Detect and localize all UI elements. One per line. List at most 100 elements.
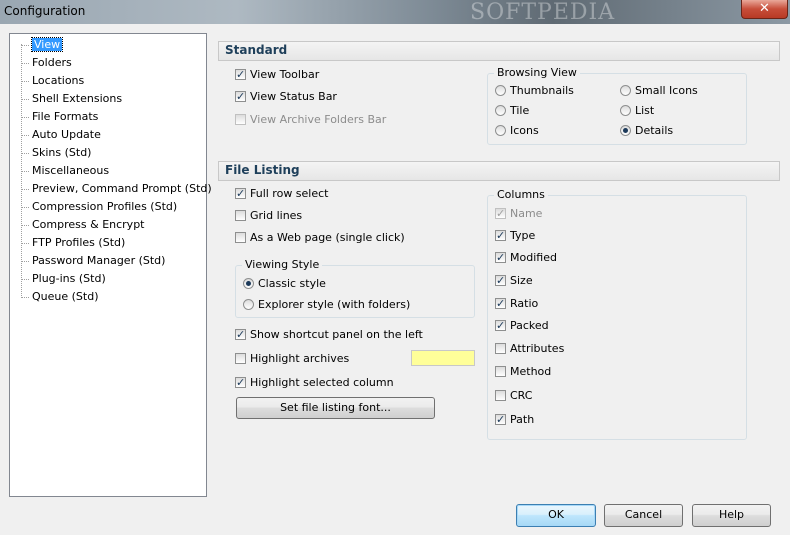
- checkbox-label: Type: [510, 229, 536, 242]
- group-label: Browsing View: [494, 66, 580, 79]
- column-name-checkbox[interactable]: Name: [495, 206, 542, 222]
- thumbnails-radio[interactable]: Thumbnails: [495, 83, 574, 99]
- tree-item-auto-update[interactable]: Auto Update: [21, 127, 103, 143]
- column-ratio-checkbox[interactable]: Ratio: [495, 296, 538, 312]
- checkbox-label: Name: [510, 207, 543, 220]
- list-radio[interactable]: List: [620, 103, 654, 119]
- checkbox-label: Attributes: [510, 342, 565, 355]
- checkbox-box: [495, 250, 506, 266]
- checkbox-label: Highlight archives: [250, 352, 350, 365]
- tree-item-plug-ins[interactable]: Plug-ins (Std): [21, 271, 108, 287]
- show-shortcut-panel-checkbox[interactable]: Show shortcut panel on the left: [235, 327, 423, 343]
- view-toolbar-checkbox[interactable]: View Toolbar: [235, 67, 319, 83]
- checkbox-box: [495, 412, 506, 428]
- view-archive-folders-bar-checkbox[interactable]: View Archive Folders Bar: [235, 112, 386, 128]
- radio-circle: [620, 125, 631, 136]
- radio-label: Tile: [510, 104, 530, 117]
- watermark: SOFTPEDIA: [470, 0, 616, 25]
- checkbox-box: [495, 273, 506, 289]
- column-type-checkbox[interactable]: Type: [495, 228, 535, 244]
- title-bar[interactable]: Configuration SOFTPEDIA ✕: [0, 0, 790, 25]
- window-title: Configuration: [4, 4, 86, 18]
- file-listing-section-header: File Listing: [218, 161, 780, 181]
- tile-radio[interactable]: Tile: [495, 103, 529, 119]
- cancel-button[interactable]: Cancel: [604, 504, 683, 527]
- checkbox-label: View Status Bar: [250, 90, 337, 103]
- highlight-selected-column-checkbox[interactable]: Highlight selected column: [235, 375, 394, 391]
- tree-item-skins[interactable]: Skins (Std): [20, 145, 93, 161]
- details-radio[interactable]: Details: [620, 123, 673, 139]
- as-web-page-checkbox[interactable]: As a Web page (single click): [235, 230, 405, 246]
- highlight-archives-checkbox[interactable]: Highlight archives: [235, 351, 349, 367]
- section-title: Standard: [225, 43, 288, 57]
- tree-item-queue[interactable]: Queue (Std): [21, 289, 101, 305]
- tree-item-shell-extensions[interactable]: Shell Extensions: [20, 91, 124, 107]
- tree-item-compression-profiles[interactable]: Compression Profiles (Std): [20, 199, 179, 215]
- checkbox-label: Show shortcut panel on the left: [250, 328, 423, 341]
- tree-item-file-formats[interactable]: File Formats: [20, 109, 100, 125]
- tree-item-folders[interactable]: Folders: [21, 55, 74, 71]
- icons-radio[interactable]: Icons: [495, 123, 539, 139]
- tree-item-label: Skins (Std): [32, 146, 92, 159]
- column-attributes-checkbox[interactable]: Attributes: [495, 341, 564, 357]
- view-status-bar-checkbox[interactable]: View Status Bar: [235, 89, 337, 105]
- tree-item-label: Preview, Command Prompt (Std): [32, 182, 212, 195]
- column-path-checkbox[interactable]: Path: [495, 412, 534, 428]
- full-row-select-checkbox[interactable]: Full row select: [235, 186, 329, 202]
- radio-label: Details: [635, 124, 674, 137]
- tree-item-label: Queue (Std): [32, 290, 99, 303]
- tree-item-preview-command-prompt[interactable]: Preview, Command Prompt (Std): [21, 181, 214, 197]
- checkbox-box: [235, 327, 246, 343]
- checkbox-box: [495, 206, 506, 222]
- small-icons-radio[interactable]: Small Icons: [620, 83, 698, 99]
- explorer-style-radio[interactable]: Explorer style (with folders): [243, 297, 410, 313]
- checkbox-label: View Archive Folders Bar: [250, 113, 387, 126]
- tree-item-label: Auto Update: [32, 128, 101, 141]
- tree-item-label: Locations: [32, 74, 85, 87]
- column-method-checkbox[interactable]: Method: [495, 364, 551, 380]
- section-title: File Listing: [225, 163, 300, 177]
- set-file-listing-font-button[interactable]: Set file listing font...: [236, 397, 435, 419]
- checkbox-label: Size: [510, 274, 533, 287]
- tree-item-label: Compression Profiles (Std): [32, 200, 178, 213]
- category-tree[interactable]: View Folders Locations Shell Extensions …: [9, 33, 212, 497]
- checkbox-box: [235, 375, 246, 391]
- radio-label: Explorer style (with folders): [258, 298, 411, 311]
- radio-circle: [620, 105, 631, 116]
- column-packed-checkbox[interactable]: Packed: [495, 318, 549, 334]
- tree-item-miscellaneous[interactable]: Miscellaneous: [20, 163, 111, 179]
- ok-button[interactable]: OK: [516, 504, 596, 527]
- tree-item-label: Plug-ins (Std): [32, 272, 106, 285]
- help-button[interactable]: Help: [692, 504, 771, 527]
- tree-item-label: Compress & Encrypt: [32, 218, 145, 231]
- close-icon: ✕: [759, 1, 770, 16]
- column-modified-checkbox[interactable]: Modified: [495, 250, 557, 266]
- close-button[interactable]: ✕: [741, 0, 788, 19]
- radio-circle: [495, 125, 506, 136]
- checkbox-box: [235, 114, 246, 125]
- column-size-checkbox[interactable]: Size: [495, 273, 533, 289]
- radio-circle: [243, 299, 254, 310]
- tree-item-locations[interactable]: Locations: [20, 73, 86, 89]
- grid-lines-checkbox[interactable]: Grid lines: [235, 208, 302, 224]
- checkbox-label: CRC: [510, 389, 533, 402]
- radio-circle: [243, 278, 254, 289]
- checkbox-box: [235, 232, 246, 243]
- tree-item-compress-encrypt[interactable]: Compress & Encrypt: [21, 217, 147, 233]
- tree-item-view[interactable]: View: [20, 37, 64, 53]
- radio-label: Small Icons: [635, 84, 698, 97]
- classic-style-radio[interactable]: Classic style: [243, 276, 326, 292]
- checkbox-label: View Toolbar: [250, 68, 320, 81]
- radio-circle: [620, 85, 631, 96]
- tree-item-password-manager[interactable]: Password Manager (Std): [20, 253, 167, 269]
- tree-item-label: View: [30, 37, 64, 52]
- tree-item-label: Folders: [32, 56, 72, 69]
- checkbox-box: [495, 318, 506, 334]
- checkbox-label: Method: [510, 365, 552, 378]
- checkbox-label: As a Web page (single click): [250, 231, 405, 244]
- checkbox-box: [495, 228, 506, 244]
- checkbox-label: Grid lines: [250, 209, 303, 222]
- tree-item-ftp-profiles[interactable]: FTP Profiles (Std): [20, 235, 127, 251]
- column-crc-checkbox[interactable]: CRC: [495, 388, 532, 404]
- highlight-color-swatch[interactable]: [411, 350, 475, 366]
